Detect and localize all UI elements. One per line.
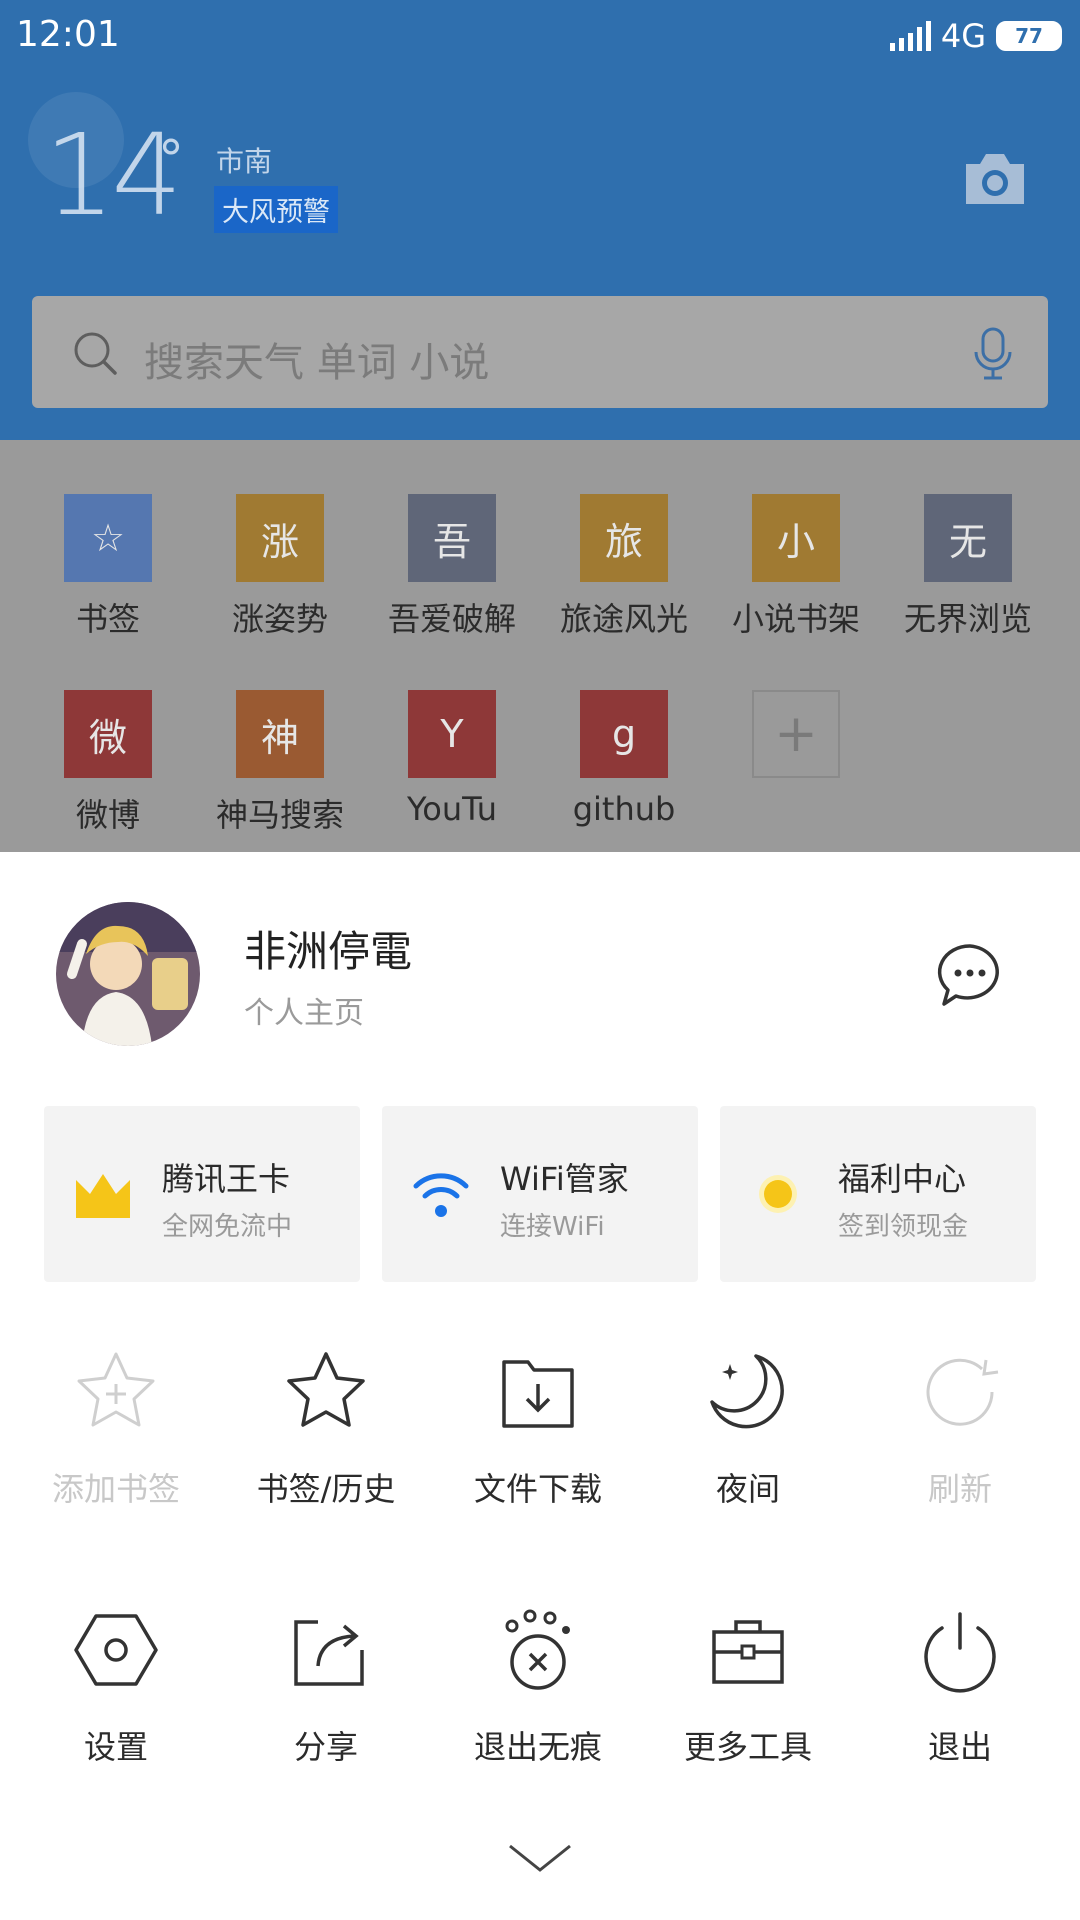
- signal-icon: [889, 21, 931, 51]
- toolbox-icon: [712, 1620, 784, 1684]
- camera-icon[interactable]: [962, 150, 1028, 206]
- shortcut-tile: 神: [236, 690, 324, 778]
- shortcut-tile: 微: [64, 690, 152, 778]
- avatar[interactable]: [56, 902, 200, 1046]
- shortcut-shenma-search[interactable]: 神 神马搜索: [205, 690, 355, 836]
- tool-label: 退出无痕: [473, 1728, 602, 1766]
- card-wifi-manager[interactable]: WiFi管家 连接WiFi: [382, 1106, 698, 1282]
- shortcut-label: 无界浏览: [903, 600, 1032, 638]
- moon-icon: [710, 1354, 784, 1429]
- shortcut-tile: g: [580, 690, 668, 778]
- shortcut-weibo[interactable]: 微 微博: [33, 690, 183, 836]
- share-icon: [294, 1620, 364, 1686]
- card-title: 腾讯王卡: [162, 1160, 291, 1198]
- exit-incognito-button[interactable]: 退出无痕: [438, 1606, 638, 1768]
- add-bookmark-icon: [77, 1352, 155, 1427]
- card-subtitle: 签到领现金: [838, 1212, 969, 1242]
- shortcut-tile: 旅: [580, 494, 668, 582]
- search-placeholder[interactable]: 搜索天气 单词 小说: [144, 330, 489, 388]
- degree-symbol: °: [158, 130, 184, 190]
- coin-icon: [759, 1175, 797, 1213]
- exit-incognito-icon: [505, 1609, 570, 1690]
- tool-label: 书签/历史: [256, 1470, 396, 1508]
- add-shortcut-button[interactable]: +: [721, 690, 871, 778]
- crown-icon: [76, 1174, 130, 1218]
- profile-link[interactable]: 个人主页: [244, 988, 364, 1032]
- download-folder-icon: [502, 1360, 574, 1428]
- shortcut-52pojie[interactable]: 吾 吾爱破解: [377, 494, 527, 640]
- tool-label: 刷新: [927, 1470, 992, 1508]
- shortcut-tile: 吾: [408, 494, 496, 582]
- tool-label: 夜间: [715, 1470, 780, 1508]
- file-download-button[interactable]: 文件下载: [438, 1348, 638, 1510]
- power-icon: [924, 1612, 996, 1693]
- refresh-button[interactable]: 刷新: [860, 1348, 1060, 1510]
- plus-icon: +: [752, 690, 840, 778]
- tool-label: 添加书签: [51, 1470, 180, 1508]
- shortcut-youtube[interactable]: Y YouTu: [377, 690, 527, 828]
- star-icon: [287, 1352, 365, 1427]
- shortcut-travel[interactable]: 旅 旅途风光: [549, 494, 699, 640]
- shortcut-tile: 无: [924, 494, 1012, 582]
- wifi-icon: [413, 1173, 469, 1217]
- exit-button[interactable]: 退出: [860, 1606, 1060, 1768]
- status-bar: 12:01 4G 77: [0, 0, 1080, 70]
- microphone-icon[interactable]: [972, 326, 1014, 382]
- shortcut-wujie-browser[interactable]: 无 无界浏览: [893, 494, 1043, 640]
- shortcut-bookmarks[interactable]: ☆ 书签: [33, 494, 183, 640]
- avatar-image: [56, 902, 200, 1046]
- card-subtitle: 全网免流中: [162, 1212, 293, 1242]
- shortcut-label: 书签: [75, 600, 140, 638]
- settings-button[interactable]: 设置: [16, 1606, 216, 1768]
- shortcut-tile: 涨: [236, 494, 324, 582]
- shortcut-label: 神马搜索: [215, 796, 344, 834]
- shortcut-tile: Y: [408, 690, 496, 778]
- tool-label: 退出: [927, 1728, 992, 1766]
- shortcut-zhangzishi[interactable]: 涨 涨姿势: [205, 494, 355, 640]
- shortcut-label: YouTu: [406, 790, 498, 828]
- card-subtitle: 连接WiFi: [500, 1212, 605, 1242]
- card-title: 福利中心: [838, 1160, 967, 1198]
- tool-label: 文件下载: [473, 1470, 602, 1508]
- share-button[interactable]: 分享: [226, 1606, 426, 1768]
- user-name[interactable]: 非洲停電: [244, 918, 412, 979]
- shortcut-label: 微博: [75, 796, 140, 834]
- shortcut-label: 吾爱破解: [387, 600, 516, 638]
- shortcut-novel-shelf[interactable]: 小 小说书架: [721, 494, 871, 640]
- bookmarks-history-button[interactable]: 书签/历史: [226, 1348, 426, 1510]
- message-icon[interactable]: [934, 940, 1006, 1010]
- add-bookmark-button[interactable]: 添加书签: [16, 1348, 216, 1510]
- tool-label: 分享: [293, 1728, 358, 1766]
- card-welfare-center[interactable]: 福利中心 签到领现金: [720, 1106, 1036, 1282]
- tool-label: 更多工具: [683, 1728, 812, 1766]
- shortcut-label: 小说书架: [731, 600, 860, 638]
- network-type: 4G: [940, 17, 986, 55]
- shortcut-github[interactable]: g github: [549, 690, 699, 828]
- search-icon: [74, 332, 117, 375]
- refresh-icon: [926, 1358, 999, 1426]
- status-indicators: 4G 77: [889, 17, 1062, 55]
- settings-icon: [74, 1614, 158, 1686]
- shortcut-tile: ☆: [64, 494, 152, 582]
- chevron-down-icon[interactable]: [506, 1840, 574, 1876]
- shortcut-label: 涨姿势: [231, 600, 328, 638]
- shortcut-tile: 小: [752, 494, 840, 582]
- battery-level: 77: [1015, 24, 1043, 48]
- card-tencent-king-card[interactable]: 腾讯王卡 全网免流中: [44, 1106, 360, 1282]
- search-bar[interactable]: 搜索天气 单词 小说: [32, 296, 1048, 408]
- tool-label: 设置: [83, 1728, 148, 1766]
- card-title: WiFi管家: [500, 1160, 629, 1198]
- battery-icon: 77: [996, 21, 1062, 51]
- weather-alert-badge[interactable]: 大风预警: [214, 186, 338, 233]
- weather-city[interactable]: 市南: [216, 140, 272, 180]
- shortcut-label: github: [572, 790, 676, 828]
- night-mode-button[interactable]: 夜间: [648, 1348, 848, 1510]
- shortcut-label: 旅途风光: [559, 600, 688, 638]
- more-tools-button[interactable]: 更多工具: [648, 1606, 848, 1768]
- status-time: 12:01: [16, 14, 120, 55]
- browser-menu-sheet: 非洲停電 个人主页 腾讯王卡 全网免流中 WiFi管家 连接WiFi 福利中心 …: [0, 852, 1080, 1920]
